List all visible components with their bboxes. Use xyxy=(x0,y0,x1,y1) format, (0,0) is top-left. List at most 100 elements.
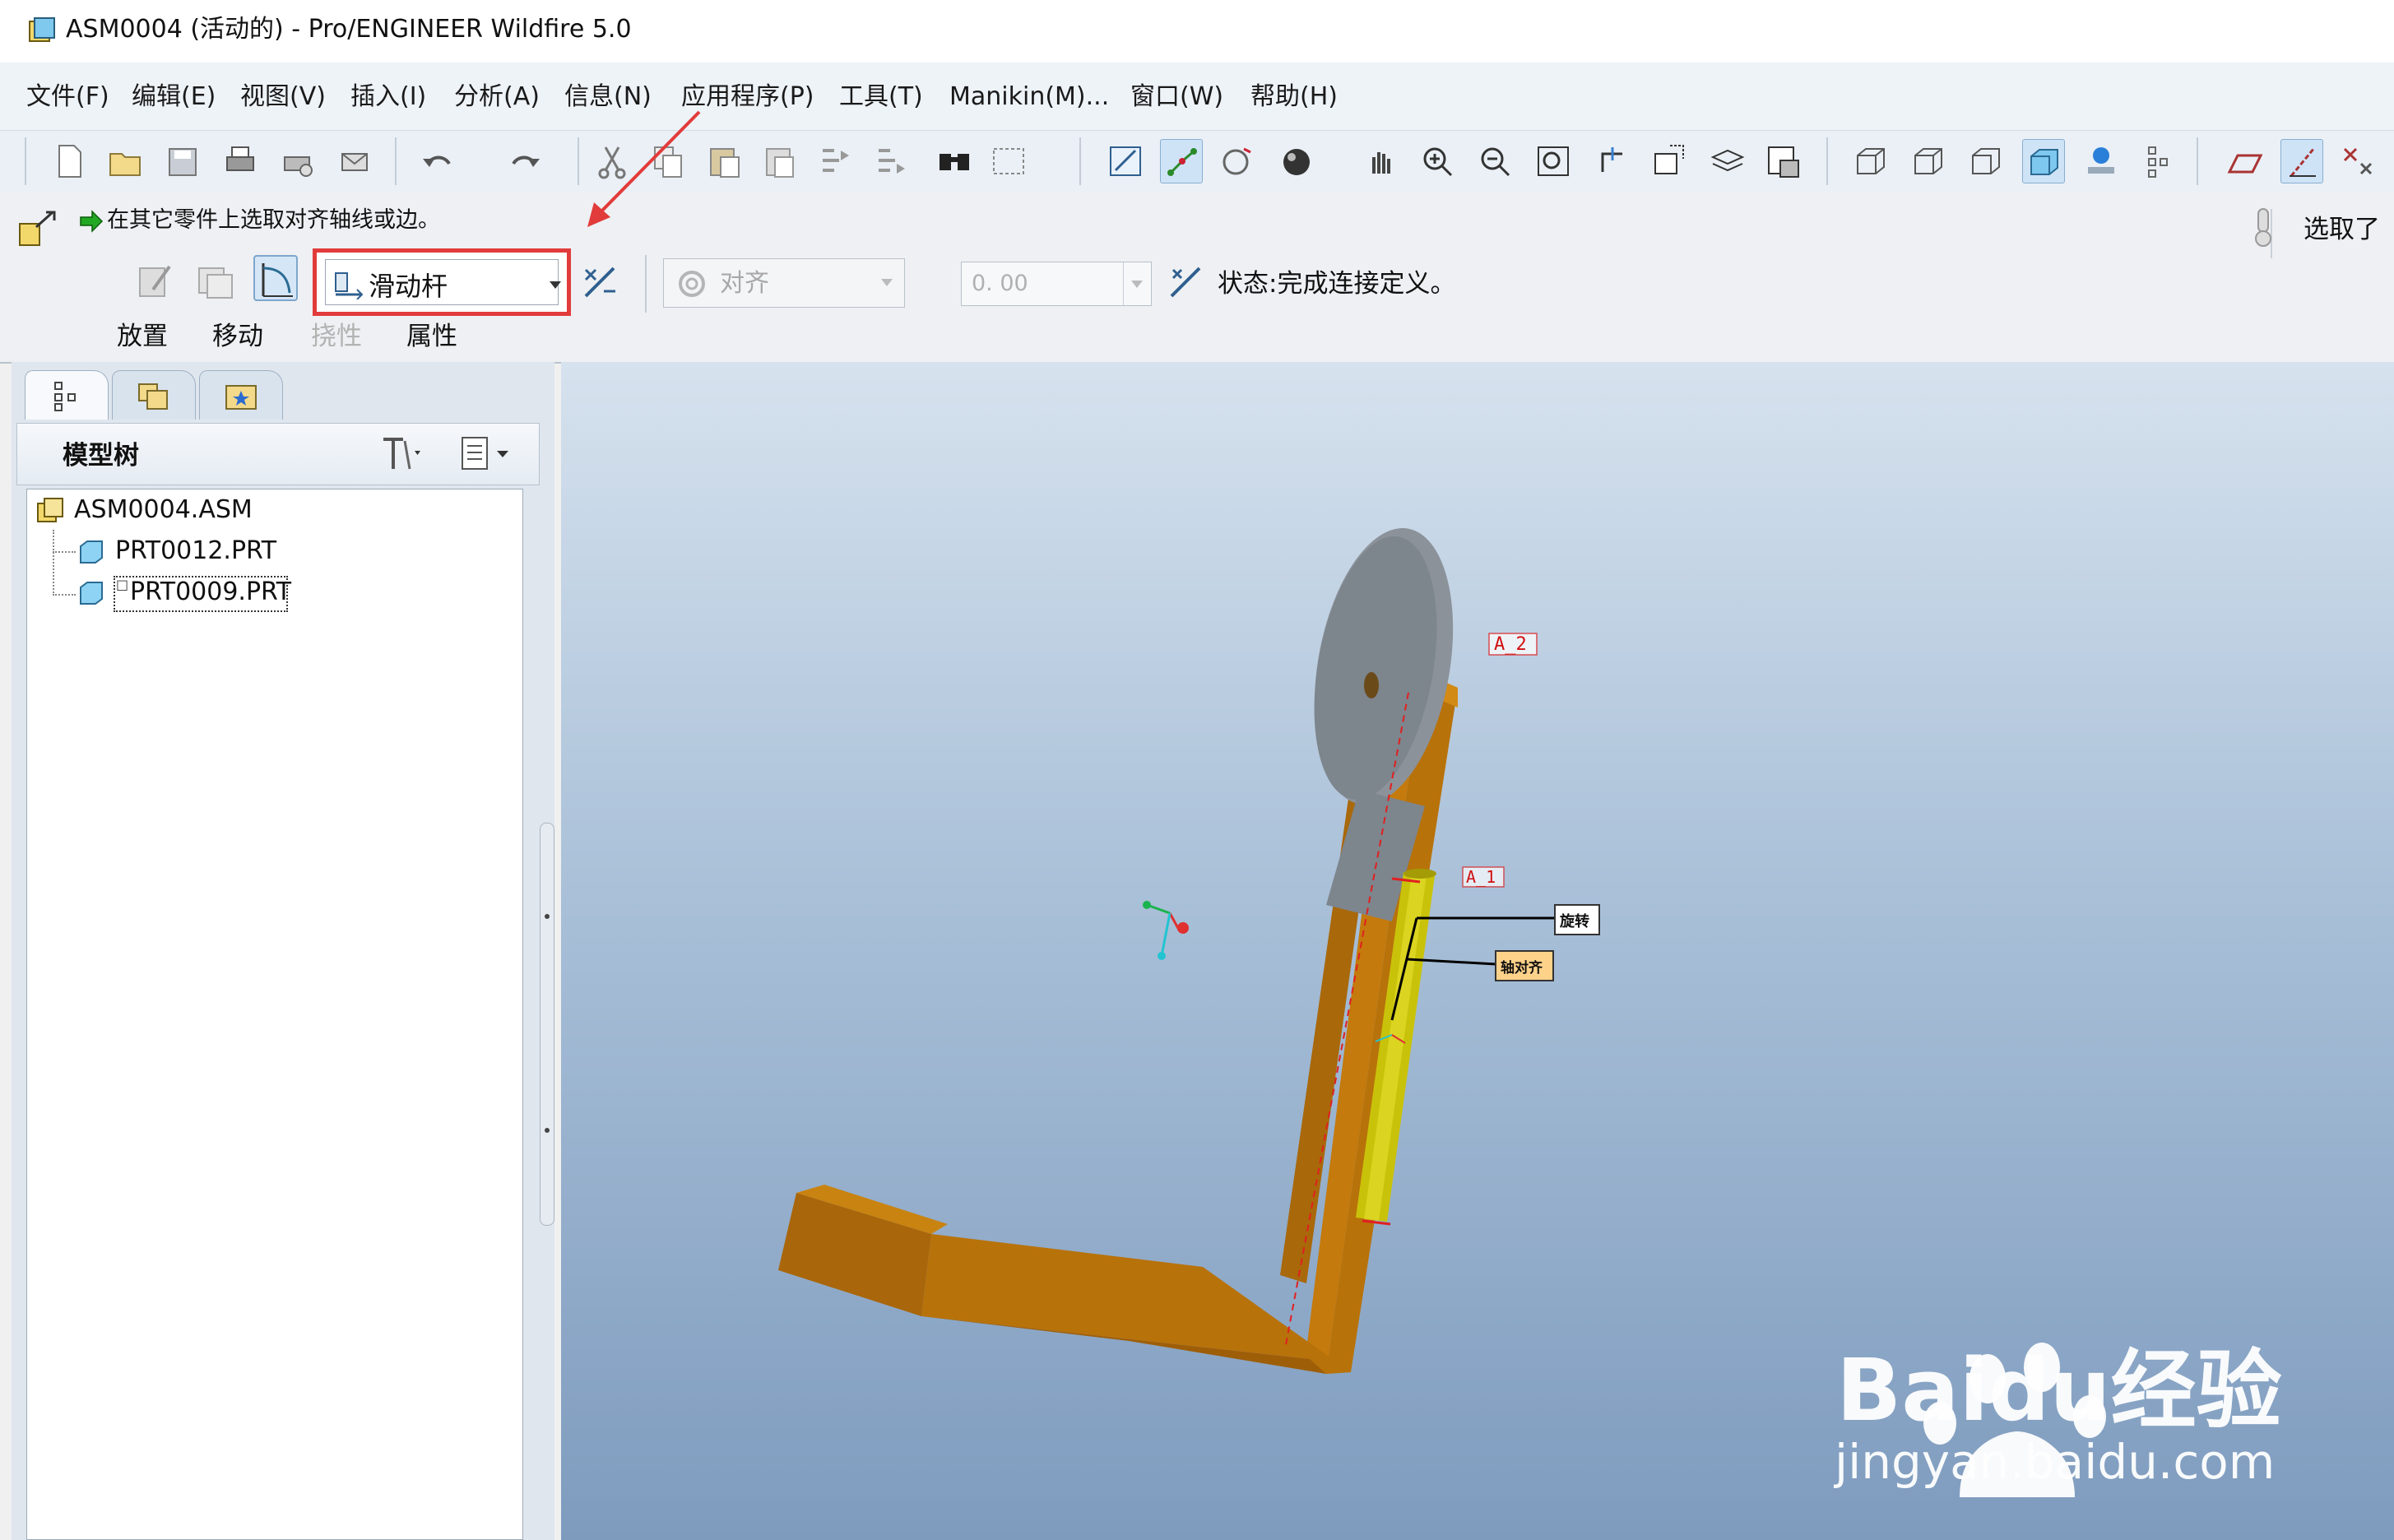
model-tree-icon xyxy=(54,382,76,411)
constraint-type-select[interactable]: 对齐 xyxy=(663,258,905,308)
edit-placement-icon[interactable] xyxy=(133,258,178,304)
render-icon[interactable] xyxy=(2080,139,2123,183)
datum-tag-a1[interactable]: A_1 xyxy=(1462,866,1505,888)
model-tree-list[interactable] xyxy=(26,489,523,1540)
annotation-arrow xyxy=(587,110,701,227)
datum-display-icon[interactable] xyxy=(2139,139,2182,183)
connection-type-select[interactable]: 滑动杆 xyxy=(313,248,571,316)
layers-icon[interactable] xyxy=(1706,139,1749,183)
tab-move[interactable]: 移动 xyxy=(212,319,263,354)
align-constraint-icon xyxy=(679,271,705,297)
connection-type-field: 滑动杆 xyxy=(325,259,561,305)
svg-text:旋转: 旋转 xyxy=(1559,912,1589,930)
quick-print-icon[interactable] xyxy=(276,139,319,183)
tab-model-tree[interactable] xyxy=(25,370,109,420)
undo-icon[interactable] xyxy=(416,139,459,183)
select-box-icon[interactable] xyxy=(987,139,1030,183)
tab-placement[interactable]: 放置 xyxy=(117,319,168,354)
menu-edit[interactable]: 编辑(E) xyxy=(132,81,216,114)
svg-text:A_1: A_1 xyxy=(1466,867,1496,887)
spin-center-icon[interactable] xyxy=(1160,139,1203,183)
no-hidden-icon[interactable] xyxy=(1965,139,2007,183)
flip-constraint-icon[interactable] xyxy=(1167,263,1204,301)
datum-axes-icon[interactable] xyxy=(2280,139,2323,183)
menu-analysis[interactable]: 分析(A) xyxy=(454,81,540,114)
refit-icon[interactable] xyxy=(1532,139,1575,183)
tab-folder-browser[interactable] xyxy=(112,370,196,420)
menu-window[interactable]: 窗口(W) xyxy=(1130,81,1223,114)
settings-tools-icon[interactable] xyxy=(375,431,428,477)
part-icon xyxy=(80,540,103,564)
proe-app-icon xyxy=(29,17,55,42)
model-tree-title: 模型树 xyxy=(63,441,139,471)
menu-bar: 文件(F) 编辑(E) 视图(V) 插入(I) 分析(A) 信息(N) 应用程序… xyxy=(0,63,2394,130)
menu-file[interactable]: 文件(F) xyxy=(26,81,109,114)
sketch-view-icon[interactable] xyxy=(1104,139,1147,183)
menu-insert[interactable]: 插入(I) xyxy=(350,81,426,114)
separate-window-icon[interactable] xyxy=(193,258,237,304)
constraint-tag-rotate[interactable]: 旋转 xyxy=(1554,904,1600,935)
shading-icon[interactable] xyxy=(2022,139,2065,183)
tree-connector xyxy=(53,530,55,596)
tree-node-asm0004[interactable]: ASM0004.ASM xyxy=(74,494,253,526)
assembly-window-icon[interactable] xyxy=(253,255,298,301)
window-title: ASM0004 (活动的) - Pro/ENGINEER Wildfire 5.… xyxy=(66,15,632,44)
toolbar-grip[interactable] xyxy=(25,137,26,185)
named-views-icon[interactable] xyxy=(1649,139,1691,183)
print-icon[interactable] xyxy=(219,139,262,183)
orient-icon[interactable] xyxy=(1216,139,1259,183)
flip-direction-icon[interactable] xyxy=(579,262,620,303)
chevron-down-icon[interactable] xyxy=(1131,281,1143,288)
tree-node-prt0009[interactable]: PRT0009.PRT xyxy=(130,576,291,609)
panel-splitter[interactable] xyxy=(540,823,554,1226)
reorient-icon[interactable] xyxy=(1591,139,1634,183)
show-list-icon[interactable] xyxy=(456,431,522,477)
constraint-tag-axis-align[interactable]: 轴对齐 xyxy=(1495,950,1554,981)
slider-joint-icon xyxy=(335,272,364,299)
selection-filter[interactable]: 选取了 xyxy=(2304,212,2380,247)
regenerate-icon[interactable] xyxy=(814,139,857,183)
hidden-line-icon[interactable] xyxy=(1907,139,1950,183)
placement-icon xyxy=(19,211,56,246)
select-status-icon xyxy=(2255,208,2271,247)
save-icon[interactable] xyxy=(161,139,204,183)
assembly-icon xyxy=(37,498,63,522)
datum-planes-icon[interactable] xyxy=(2223,139,2266,183)
dashboard-divider xyxy=(645,255,647,313)
zoom-in-icon[interactable] xyxy=(1417,139,1459,183)
new-file-icon[interactable] xyxy=(48,139,90,183)
tab-properties[interactable]: 属性 xyxy=(406,319,457,354)
zoom-out-icon[interactable] xyxy=(1474,139,1517,183)
coordinate-system-icon[interactable] xyxy=(2338,139,2381,183)
splitter-grip xyxy=(545,914,550,919)
find-icon[interactable] xyxy=(933,139,976,183)
splitter-grip xyxy=(545,1128,550,1133)
menu-help[interactable]: 帮助(H) xyxy=(1250,81,1338,114)
watermark-brand: Baidu经验 xyxy=(1836,1340,2282,1440)
title-bar: ASM0004 (活动的) - Pro/ENGINEER Wildfire 5.… xyxy=(0,0,2394,63)
tab-favorites[interactable] xyxy=(199,370,283,420)
placement-status: 状态:完成连接定义。 xyxy=(1218,269,1456,299)
menu-manikin[interactable]: Manikin(M)... xyxy=(949,81,1109,114)
connection-type-value: 滑动杆 xyxy=(369,271,448,302)
datum-tag-a2[interactable]: A_2 xyxy=(1488,633,1538,656)
redo-icon[interactable] xyxy=(503,139,546,183)
paste-special-icon[interactable] xyxy=(759,139,801,183)
placing-indicator-icon: □ xyxy=(116,577,129,592)
appearance-icon[interactable] xyxy=(1762,139,1805,183)
open-folder-icon[interactable] xyxy=(104,139,146,183)
offset-input[interactable]: 0. 00 xyxy=(961,262,1152,306)
tab-flexibility[interactable]: 挠性 xyxy=(311,319,362,354)
regen-manager-icon[interactable] xyxy=(870,139,913,183)
tree-node-prt0012[interactable]: PRT0012.PRT xyxy=(115,535,276,568)
menu-tools[interactable]: 工具(T) xyxy=(839,81,923,114)
send-mail-icon[interactable] xyxy=(334,139,377,183)
shaded-sphere-icon[interactable] xyxy=(1277,139,1320,183)
wireframe-icon[interactable] xyxy=(1849,139,1892,183)
paste-icon[interactable] xyxy=(703,139,745,183)
part-icon xyxy=(80,582,103,605)
menu-view[interactable]: 视图(V) xyxy=(240,81,326,114)
folder-browser-icon xyxy=(138,383,168,410)
pan-hand-icon[interactable] xyxy=(1361,139,1403,183)
coordinate-triad-icon xyxy=(1143,901,1189,960)
